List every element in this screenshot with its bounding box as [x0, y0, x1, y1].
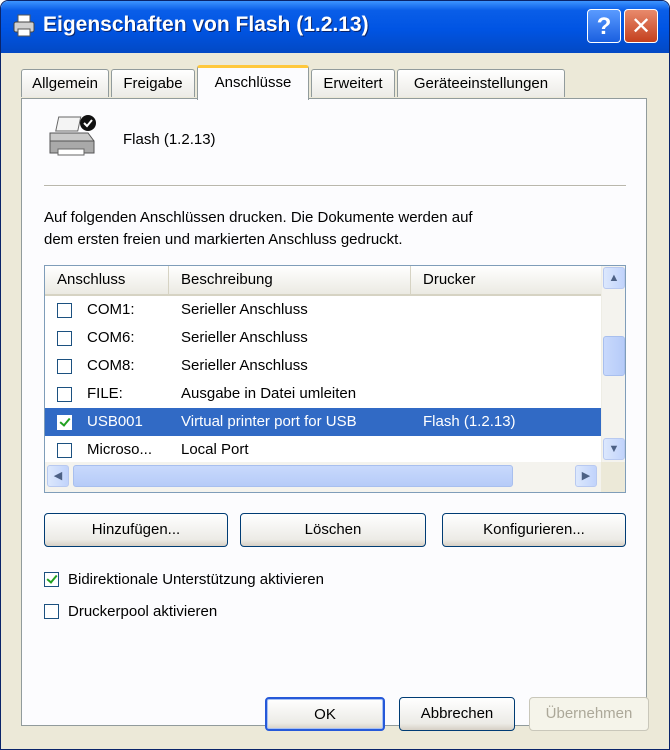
checkbox-unchecked-icon[interactable]: [57, 443, 72, 458]
port-row[interactable]: COM6: Serieller Anschluss: [45, 324, 601, 352]
port-name: COM8:: [87, 357, 135, 374]
port-info-text: Auf folgenden Anschlüssen drucken. Die D…: [44, 207, 604, 251]
configure-port-button[interactable]: Konfigurieren...: [442, 513, 626, 547]
tab-erweitert[interactable]: Erweitert: [311, 69, 395, 97]
add-port-button[interactable]: Hinzufügen...: [44, 513, 228, 547]
horizontal-scroll-thumb[interactable]: [73, 465, 513, 487]
port-row[interactable]: COM8: Serieller Anschluss: [45, 352, 601, 380]
help-button[interactable]: ?: [587, 9, 621, 43]
port-name: Microso...: [87, 441, 153, 458]
printer-name: Flash (1.2.13): [123, 131, 216, 148]
list-header: Anschluss Beschreibung Drucker: [45, 266, 601, 296]
checkbox-unchecked-icon[interactable]: [44, 604, 59, 619]
apply-button: Übernehmen: [529, 697, 649, 731]
info-line-1: Auf folgenden Anschlüssen drucken. Die D…: [44, 209, 473, 226]
column-header-printer[interactable]: Drucker: [411, 266, 601, 294]
bidirectional-label: Bidirektionale Unterstützung aktivieren: [68, 571, 324, 588]
port-printer: Flash (1.2.13): [423, 413, 516, 430]
scroll-up-icon[interactable]: ▲: [603, 267, 625, 289]
separator: [44, 185, 626, 187]
close-button[interactable]: ✕: [624, 9, 658, 43]
delete-port-button[interactable]: Löschen: [240, 513, 426, 547]
port-row[interactable]: COM1: Serieller Anschluss: [45, 296, 601, 324]
tab-panel: Flash (1.2.13) Auf folgenden Anschlüssen…: [21, 98, 647, 726]
port-description: Virtual printer port for USB: [181, 413, 357, 430]
ok-button[interactable]: OK: [265, 697, 385, 731]
tab-freigabe[interactable]: Freigabe: [111, 69, 195, 97]
checkbox-checked-icon[interactable]: [57, 415, 72, 430]
window-title: Eigenschaften von Flash (1.2.13): [43, 13, 369, 36]
port-description: Ausgabe in Datei umleiten: [181, 385, 357, 402]
port-name: USB001: [87, 413, 143, 430]
printer-pool-label: Druckerpool aktivieren: [68, 603, 218, 620]
horizontal-scrollbar[interactable]: ◀ ▶: [45, 462, 601, 492]
vertical-scrollbar[interactable]: ▲ ▼: [601, 266, 625, 462]
port-name: COM6:: [87, 329, 135, 346]
port-row[interactable]: USB001 Virtual printer port for USB Flash …: [45, 408, 601, 436]
cancel-button[interactable]: Abbrechen: [399, 697, 515, 731]
vertical-scroll-thumb[interactable]: [603, 336, 625, 376]
tab-allgemein[interactable]: Allgemein: [21, 69, 109, 97]
tab-geraeteeinstellungen[interactable]: Geräteeinstellungen: [397, 69, 565, 97]
port-description: Serieller Anschluss: [181, 301, 308, 318]
port-description: Serieller Anschluss: [181, 329, 308, 346]
port-row[interactable]: FILE: Ausgabe in Datei umleiten: [45, 380, 601, 408]
checkbox-checked-icon[interactable]: [44, 572, 59, 587]
scroll-right-icon[interactable]: ▶: [575, 465, 597, 487]
port-list[interactable]: Anschluss Beschreibung Drucker COM1: Seri…: [44, 265, 626, 493]
scroll-corner: [601, 462, 625, 492]
port-description: Serieller Anschluss: [181, 357, 308, 374]
port-name: COM1:: [87, 301, 135, 318]
column-header-port[interactable]: Anschluss: [45, 266, 169, 294]
properties-dialog: Eigenschaften von Flash (1.2.13) ? ✕ All…: [0, 0, 670, 750]
printer-icon: [13, 14, 35, 37]
checkbox-unchecked-icon[interactable]: [57, 303, 72, 318]
scroll-left-icon[interactable]: ◀: [47, 465, 69, 487]
port-row[interactable]: Microso... Local Port: [45, 436, 601, 464]
column-header-description[interactable]: Beschreibung: [169, 266, 411, 294]
printer-default-icon: [49, 115, 96, 156]
checkbox-unchecked-icon[interactable]: [57, 359, 72, 374]
tab-anschluesse[interactable]: Anschlüsse: [197, 65, 309, 100]
checkbox-unchecked-icon[interactable]: [57, 331, 72, 346]
scroll-down-icon[interactable]: ▼: [603, 438, 625, 460]
tab-strip: Allgemein Freigabe Anschlüsse Erweitert …: [21, 65, 581, 100]
port-description: Local Port: [181, 441, 249, 458]
port-name: FILE:: [87, 385, 123, 402]
checkbox-unchecked-icon[interactable]: [57, 387, 72, 402]
dialog-client: Allgemein Freigabe Anschlüsse Erweitert …: [5, 53, 665, 747]
info-line-2: dem ersten freien und markierten Anschlu…: [44, 231, 403, 248]
title-bar[interactable]: Eigenschaften von Flash (1.2.13) ? ✕: [1, 1, 669, 53]
